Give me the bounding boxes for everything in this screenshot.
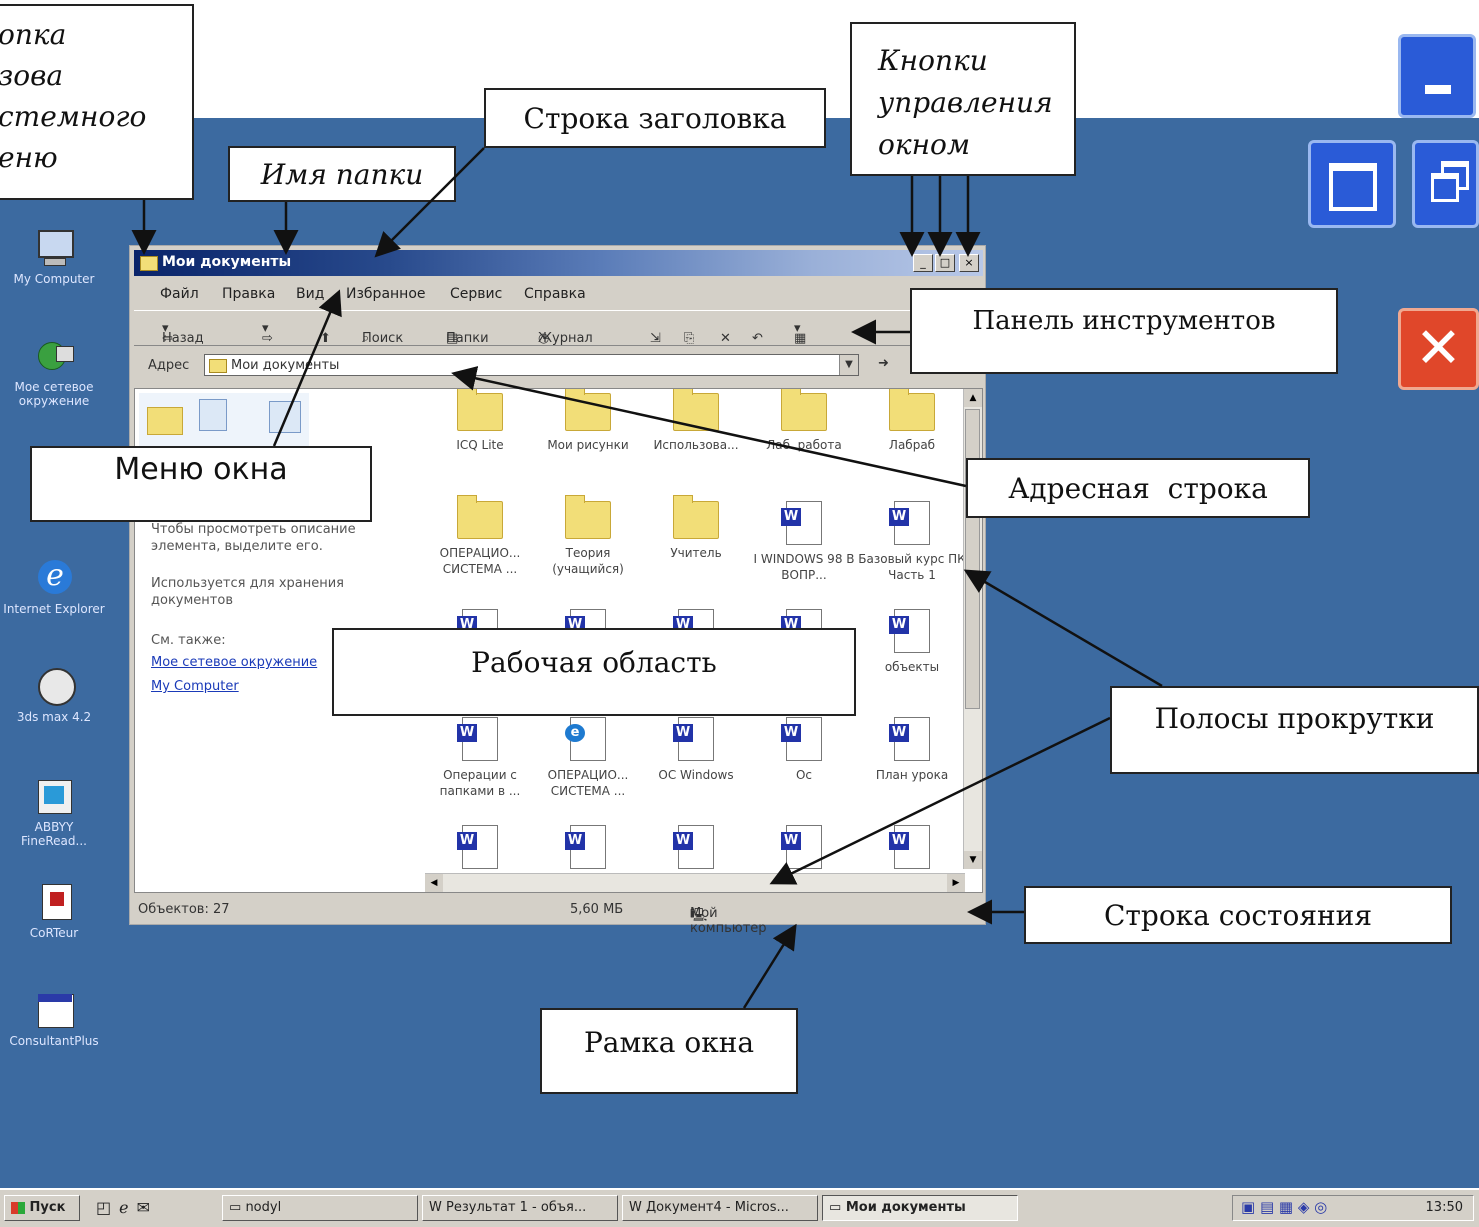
screenshot-root: My Computer Мое сетевое окружение e Inte… bbox=[0, 0, 1479, 1227]
start-button[interactable]: Пуск bbox=[4, 1195, 80, 1221]
folder-icon: ▭ bbox=[829, 1200, 842, 1215]
taskbar-item-label: Документ4 - Micros... bbox=[646, 1200, 789, 1215]
word-icon: W bbox=[429, 1200, 442, 1215]
taskbar-item-document[interactable]: W Документ4 - Micros... bbox=[622, 1195, 818, 1221]
word-icon: W bbox=[629, 1200, 642, 1215]
taskbar: Пуск ◰ℯ✉ ▭ nodyl W Результат 1 - объя...… bbox=[0, 1188, 1479, 1227]
folder-icon: ▭ bbox=[229, 1200, 242, 1215]
arrow-scrollbar-vertical bbox=[963, 569, 1163, 688]
quick-launch: ◰ℯ✉ bbox=[96, 1198, 158, 1217]
taskbar-item-result[interactable]: W Результат 1 - объя... bbox=[422, 1195, 618, 1221]
taskbar-item-label: nodyl bbox=[245, 1200, 282, 1215]
taskbar-item-my-documents[interactable]: ▭ Мои документы bbox=[822, 1195, 1018, 1221]
arrow-scrollbar-horizontal bbox=[769, 716, 1111, 885]
arrow-title-bar bbox=[374, 147, 485, 258]
arrow-window-frame bbox=[742, 923, 797, 1009]
clock: 13:50 bbox=[1425, 1200, 1463, 1215]
start-label: Пуск bbox=[29, 1200, 66, 1215]
taskbar-item-nodyl[interactable]: ▭ nodyl bbox=[222, 1195, 418, 1221]
ie-quicklaunch-icon[interactable]: ℯ bbox=[119, 1198, 136, 1217]
taskbar-item-label: Результат 1 - объя... bbox=[446, 1200, 587, 1215]
outlook-quicklaunch-icon[interactable]: ✉ bbox=[137, 1198, 158, 1217]
arrow-window-menu bbox=[272, 289, 342, 447]
show-desktop-icon[interactable]: ◰ bbox=[96, 1198, 119, 1217]
system-tray: ▣ ▤ ▦ ◈ ◎ 13:50 bbox=[1232, 1195, 1474, 1221]
tray-icons[interactable]: ▣ ▤ ▦ ◈ ◎ bbox=[1241, 1198, 1327, 1216]
taskbar-item-label: Мои документы bbox=[845, 1200, 966, 1215]
windows-logo-icon bbox=[11, 1201, 25, 1214]
arrow-address-bar bbox=[451, 366, 967, 488]
pointer-arrows bbox=[131, 147, 1163, 1009]
